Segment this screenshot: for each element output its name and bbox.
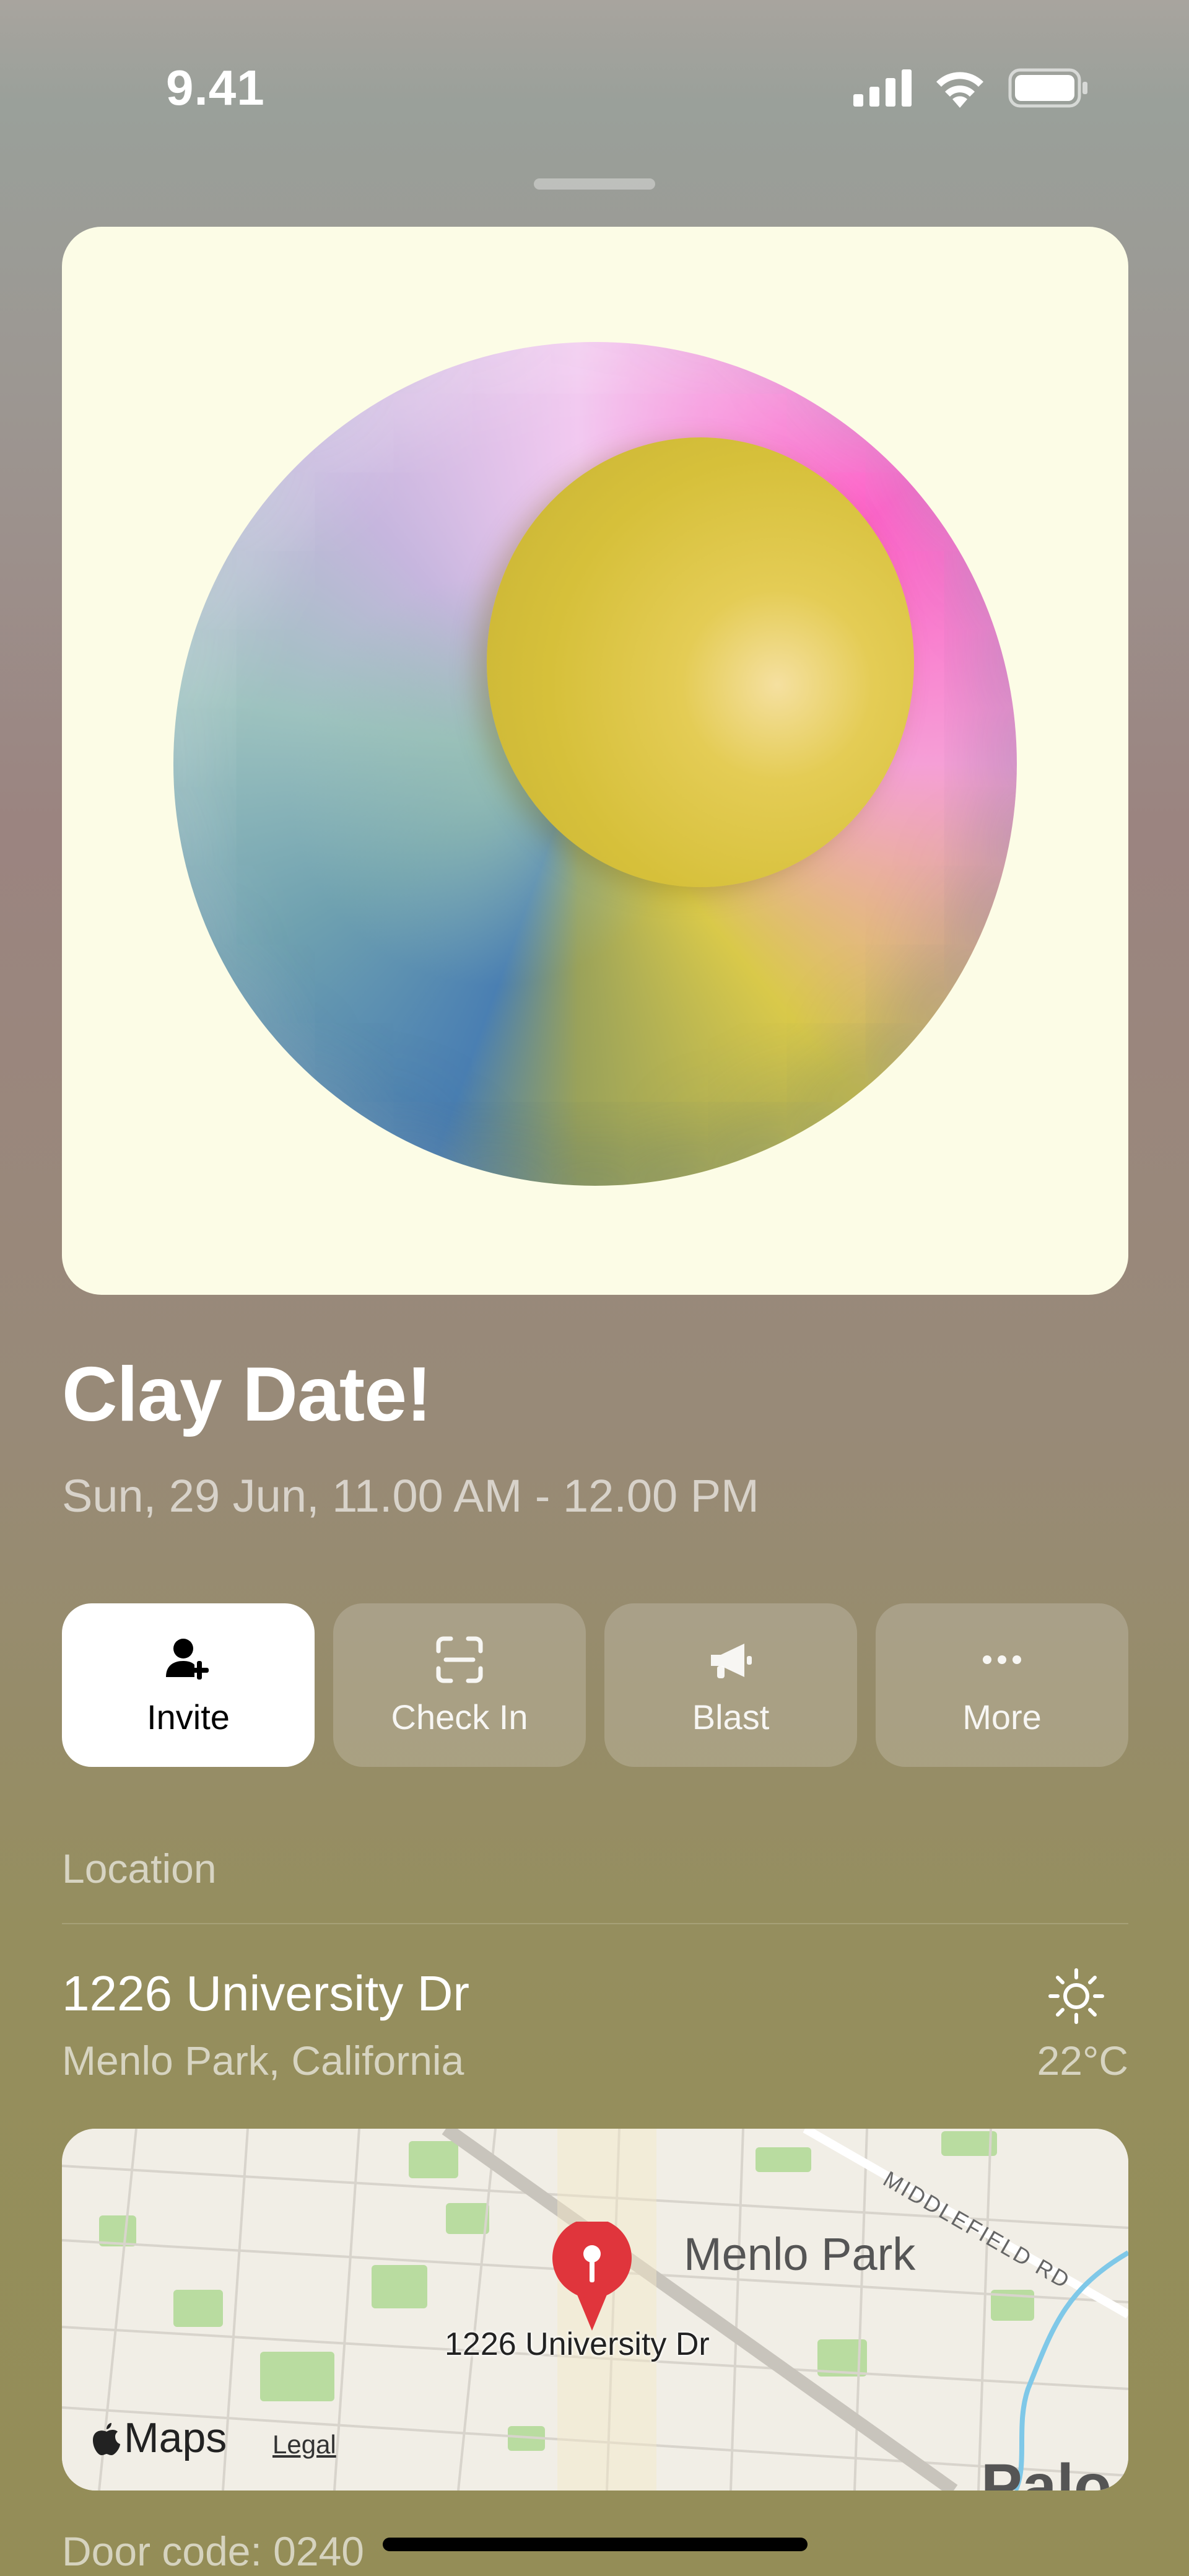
more-button-label: More [962,1697,1042,1737]
location-map[interactable]: MIDDLEFIELD RD Menlo Park 1226 Universit… [62,2129,1128,2491]
wifi-icon [936,72,983,108]
sun-icon [1048,1968,1104,2024]
door-code: Door code: 0240 [62,2528,365,2574]
qr-scan-icon [436,1636,483,1683]
blast-button-label: Blast [692,1697,770,1737]
divider [62,1923,1128,1924]
check-in-button[interactable]: Check In [333,1603,586,1767]
address-line1[interactable]: 1226 University Dr [62,1965,469,2022]
apple-maps-logo: Maps [90,2414,227,2462]
check-in-button-label: Check In [391,1697,528,1737]
maps-legal-link[interactable]: Legal [272,2430,336,2460]
action-bar: Invite Check In Blast More [62,1603,1128,1767]
battery-icon [1008,68,1087,108]
apple-logo-icon [93,2423,120,2455]
person-add-icon [166,1638,209,1680]
home-indicator[interactable] [383,2538,808,2551]
blast-button[interactable]: Blast [604,1603,857,1767]
clay-sphere-highlight [487,437,914,887]
event-title: Clay Date! [62,1352,432,1437]
map-pin-label: 1226 University Dr [445,2326,710,2362]
status-time: 9.41 [166,60,265,115]
address-line2: Menlo Park, California [62,2038,464,2083]
ellipsis-icon [983,1655,1021,1664]
invite-button-label: Invite [147,1697,230,1737]
event-cover-image [62,227,1128,1295]
status-bar: 9.41 [0,0,1189,180]
map-city-label-partial: Palo [981,2451,1112,2491]
location-section-label: Location [62,1846,217,1891]
map-city-label: Menlo Park [684,2228,916,2280]
event-datetime: Sun, 29 Jun, 11.00 AM - 12.00 PM [62,1470,759,1522]
megaphone-icon [711,1643,752,1678]
invite-button[interactable]: Invite [62,1603,315,1767]
temperature: 22°C [1037,2038,1128,2083]
more-button[interactable]: More [876,1603,1128,1767]
location-pin-icon[interactable] [549,2222,635,2333]
sheet-grabber[interactable] [534,178,655,190]
maps-brand-text: Maps [124,2414,227,2461]
cellular-signal-icon [853,69,912,107]
